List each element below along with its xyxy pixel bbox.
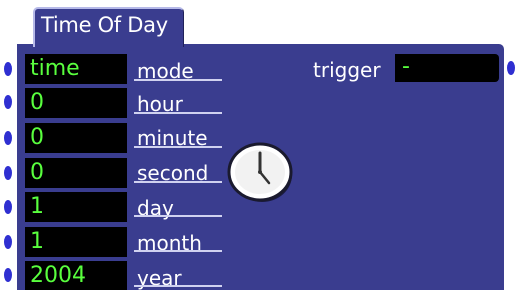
minute-input-port[interactable] bbox=[4, 131, 12, 145]
month-field[interactable]: 1 bbox=[25, 227, 127, 257]
year-field[interactable]: 2004 bbox=[25, 261, 127, 290]
month-input-port[interactable] bbox=[4, 235, 12, 249]
second-underline bbox=[134, 181, 222, 183]
day-input-port[interactable] bbox=[4, 200, 12, 214]
day-underline bbox=[134, 215, 222, 217]
month-underline bbox=[134, 250, 222, 252]
second-input-port[interactable] bbox=[4, 166, 12, 180]
year-input-port[interactable] bbox=[4, 268, 12, 282]
module-title: Time Of Day bbox=[41, 13, 168, 37]
hour-input-port[interactable] bbox=[4, 95, 12, 109]
trigger-output-port[interactable] bbox=[507, 61, 515, 75]
mode-field[interactable]: time bbox=[25, 54, 127, 84]
hour-underline bbox=[134, 112, 222, 114]
day-field[interactable]: 1 bbox=[25, 192, 127, 222]
time-of-day-module: Time Of Day time mode 0 hour 0 minute 0 … bbox=[0, 0, 519, 290]
clock-icon bbox=[227, 142, 293, 202]
year-underline bbox=[134, 285, 222, 287]
mode-underline bbox=[134, 79, 222, 81]
minute-field[interactable]: 0 bbox=[25, 123, 127, 153]
second-field[interactable]: 0 bbox=[25, 158, 127, 188]
mode-input-port[interactable] bbox=[4, 62, 12, 76]
trigger-label: trigger bbox=[313, 58, 381, 82]
hour-field[interactable]: 0 bbox=[25, 88, 127, 118]
minute-underline bbox=[134, 146, 222, 148]
trigger-field[interactable]: - bbox=[395, 54, 499, 82]
module-title-tab[interactable]: Time Of Day bbox=[33, 7, 184, 47]
